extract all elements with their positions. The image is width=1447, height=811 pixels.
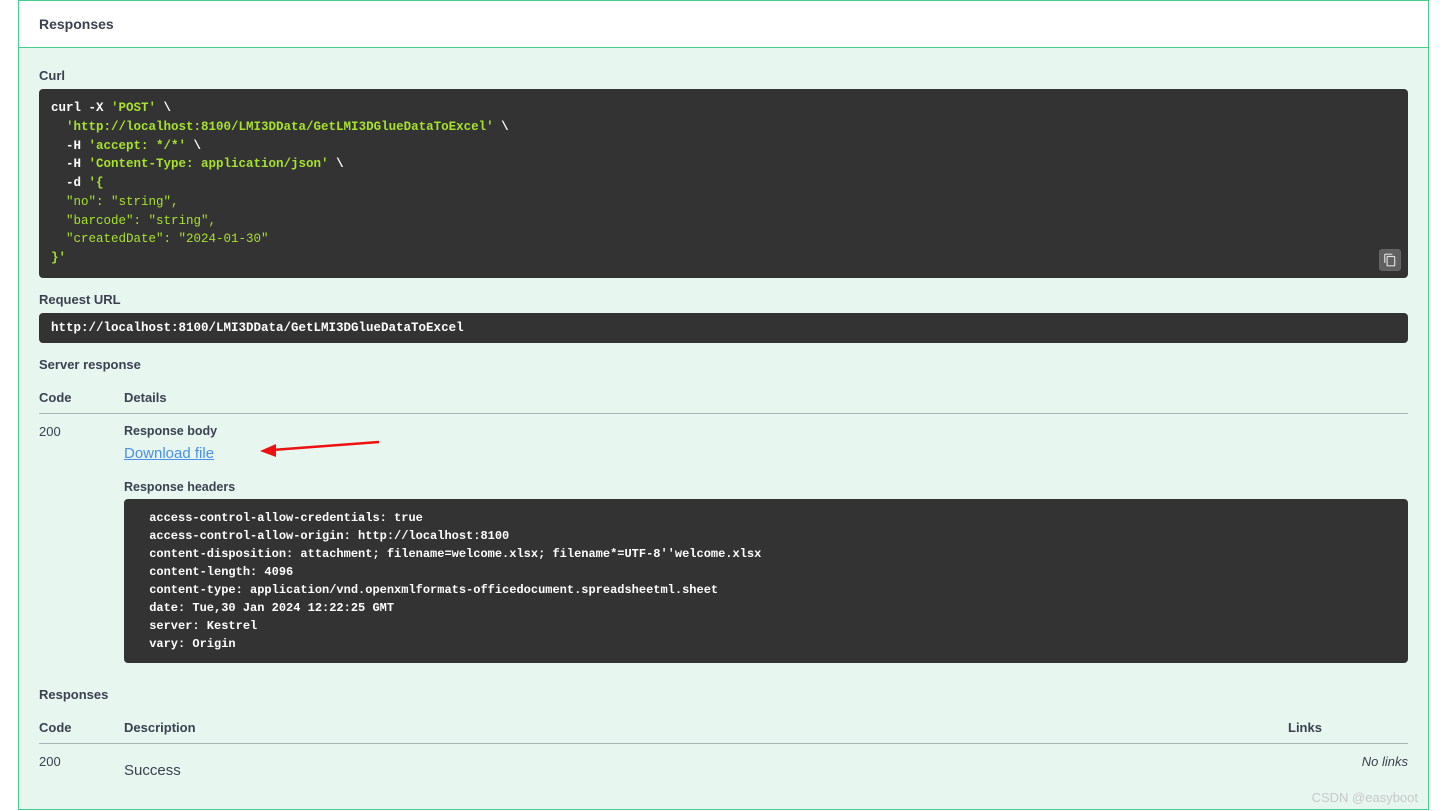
request-url-value: http://localhost:8100/LMI3DData/GetLMI3D… bbox=[39, 313, 1408, 343]
curl-hflag1: -H bbox=[51, 139, 89, 153]
curl-ctype: 'Content-Type: application/json' bbox=[89, 157, 329, 171]
curl-dflag: -d bbox=[51, 176, 89, 190]
responses-header-bar: Responses bbox=[19, 1, 1428, 48]
curl-method: 'POST' bbox=[111, 101, 156, 115]
curl-body-open: '{ bbox=[89, 176, 104, 190]
col-code-header: Code bbox=[39, 382, 124, 414]
response-body-label: Response body bbox=[124, 424, 1408, 438]
responses-title: Responses bbox=[39, 16, 1408, 32]
curl-url: 'http://localhost:8100/LMI3DData/GetLMI3… bbox=[66, 120, 494, 134]
responses2-label: Responses bbox=[39, 687, 1408, 702]
curl-accept: 'accept: */*' bbox=[89, 139, 187, 153]
responses2-code: 200 bbox=[39, 743, 124, 789]
watermark-text: CSDN @easyboot bbox=[1312, 790, 1418, 805]
curl-slash1: \ bbox=[156, 101, 171, 115]
responses-content: Curl curl -X 'POST' \ 'http://localhost:… bbox=[19, 48, 1428, 809]
response-code: 200 bbox=[39, 413, 124, 673]
curl-body-barcode: "barcode": "string", bbox=[51, 214, 216, 228]
responses2-row: 200 Success No links bbox=[39, 743, 1408, 789]
server-response-label: Server response bbox=[39, 357, 1408, 372]
download-file-link[interactable]: Download file bbox=[124, 445, 214, 462]
responses2-nolinks: No links bbox=[1288, 743, 1408, 789]
col-links-header: Links bbox=[1288, 712, 1408, 744]
col-details-header: Details bbox=[124, 382, 1408, 414]
response-headers-block: access-control-allow-credentials: true a… bbox=[124, 499, 1408, 663]
swagger-response-panel: Responses Curl curl -X 'POST' \ 'http://… bbox=[18, 0, 1429, 810]
responses2-table: Code Description Links 200 Success No li… bbox=[39, 712, 1408, 789]
curl-hflag2: -H bbox=[51, 157, 89, 171]
curl-prefix: curl -X bbox=[51, 101, 111, 115]
curl-slash3: \ bbox=[186, 139, 201, 153]
copy-button[interactable] bbox=[1379, 249, 1401, 271]
request-url-label: Request URL bbox=[39, 292, 1408, 307]
curl-code-block: curl -X 'POST' \ 'http://localhost:8100/… bbox=[39, 89, 1408, 278]
curl-slash4: \ bbox=[329, 157, 344, 171]
curl-slash2: \ bbox=[494, 120, 509, 134]
server-response-table: Code Details 200 Response body Download … bbox=[39, 382, 1408, 673]
col-code-header2: Code bbox=[39, 712, 124, 744]
response-row: 200 Response body Download file Response… bbox=[39, 413, 1408, 673]
curl-body-close: }' bbox=[51, 251, 66, 265]
response-details-cell: Response body Download file Response hea… bbox=[124, 413, 1408, 673]
response-headers-label: Response headers bbox=[124, 480, 1408, 494]
responses2-desc-cell: Success bbox=[124, 743, 1288, 789]
responses2-desc: Success bbox=[124, 754, 1288, 779]
curl-label: Curl bbox=[39, 68, 1408, 83]
col-desc-header: Description bbox=[124, 712, 1288, 744]
clipboard-icon bbox=[1383, 253, 1397, 267]
curl-body-no: "no": "string", bbox=[51, 195, 179, 209]
curl-body-date: "createdDate": "2024-01-30" bbox=[51, 232, 269, 246]
